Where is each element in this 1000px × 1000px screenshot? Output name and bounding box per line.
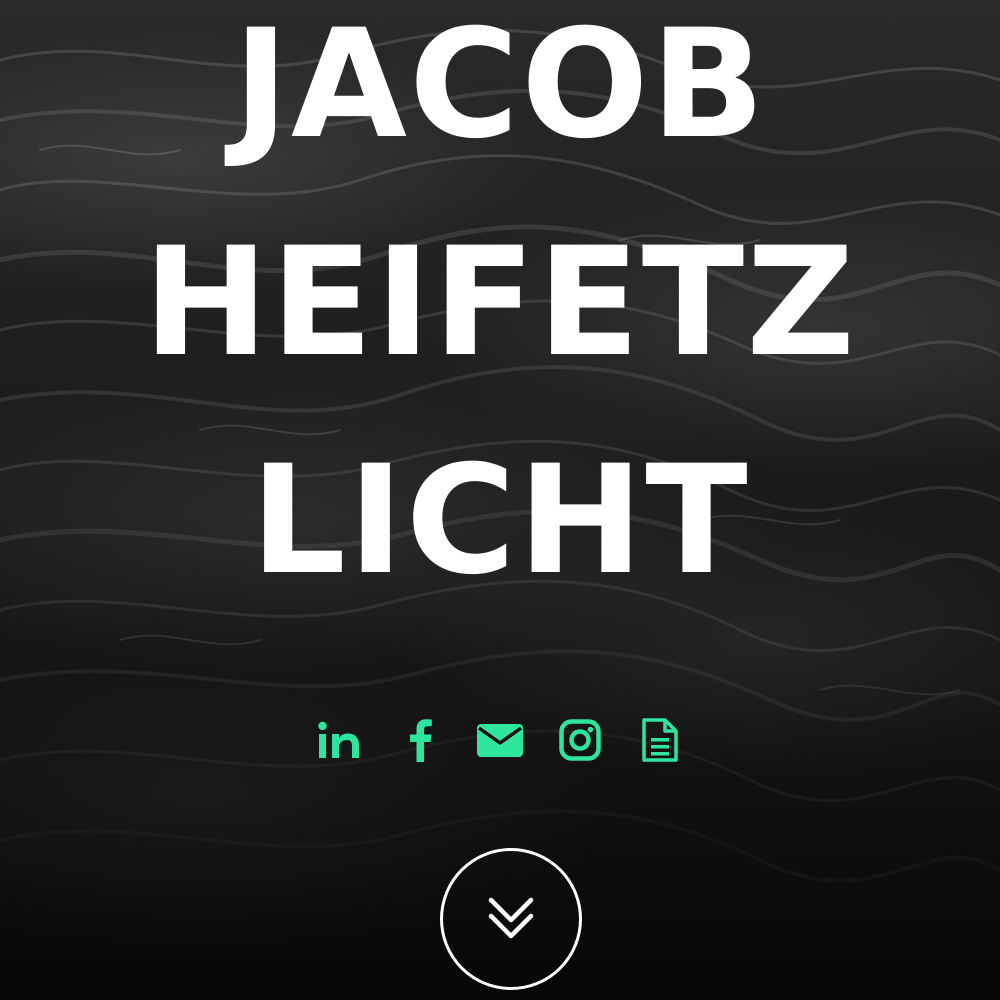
instagram-icon (559, 719, 601, 761)
instagram-link[interactable] (554, 714, 606, 766)
name-line-last: LICHT (250, 434, 750, 608)
linkedin-icon (318, 721, 359, 758)
name-line-first: JACOB (233, 0, 767, 172)
scroll-down-button[interactable] (440, 848, 582, 990)
facebook-link[interactable] (394, 714, 446, 766)
email-icon (477, 724, 523, 757)
double-chevron-down-icon (488, 897, 534, 939)
hero-section: JACOB HEIFETZ LICHT (0, 0, 1000, 1000)
social-links (0, 712, 1000, 768)
name-line-middle: HEIFETZ (143, 216, 857, 390)
resume-document-icon (642, 718, 678, 762)
linkedin-link[interactable] (314, 714, 366, 766)
facebook-icon (410, 719, 432, 762)
resume-link[interactable] (634, 714, 686, 766)
email-link[interactable] (474, 714, 526, 766)
